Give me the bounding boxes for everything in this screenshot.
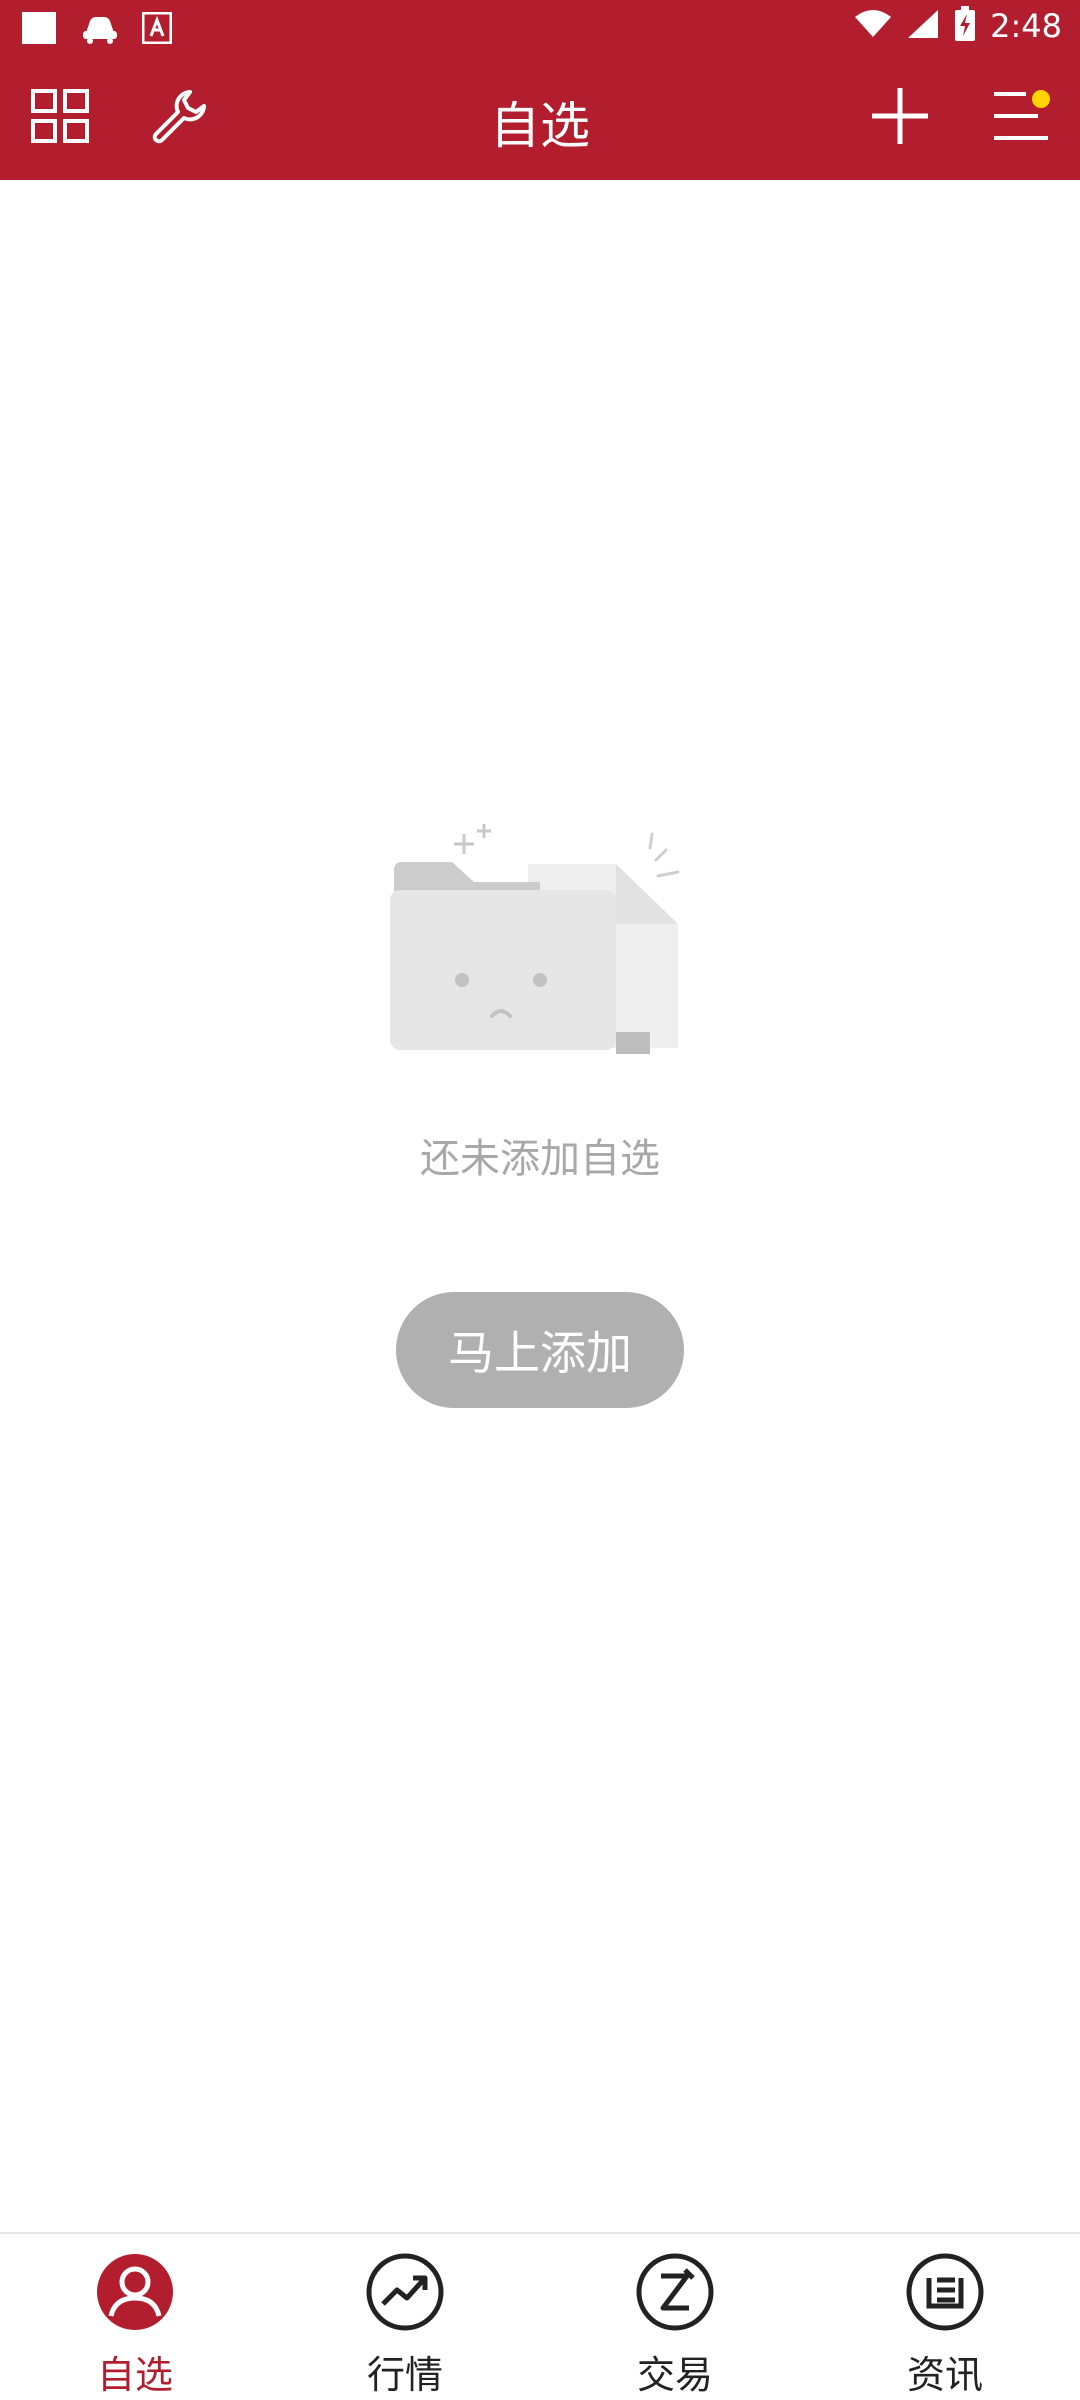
menu-button[interactable] xyxy=(980,78,1060,158)
white-square-icon xyxy=(22,10,58,50)
bottom-nav: 自选 行情 交易 资讯 xyxy=(0,2232,1080,2400)
nav-label-market: 行情 xyxy=(366,2353,443,2397)
add-button[interactable] xyxy=(860,78,940,158)
nav-item-trade[interactable]: 交易 xyxy=(540,2234,810,2400)
trade-icon xyxy=(635,2252,715,2332)
plus-icon xyxy=(870,86,930,150)
status-time: 2:48 xyxy=(990,7,1062,45)
text-app-icon xyxy=(141,11,173,48)
nav-item-news[interactable]: 资讯 xyxy=(810,2234,1080,2400)
person-icon xyxy=(95,2252,175,2332)
news-icon xyxy=(905,2252,985,2332)
empty-state-message: 还未添加自选 xyxy=(420,1136,660,1182)
nav-label-watchlist: 自选 xyxy=(96,2353,173,2397)
trend-chart-icon xyxy=(365,2252,445,2332)
status-bar: 2:48 xyxy=(0,0,1080,56)
nav-item-watchlist[interactable]: 自选 xyxy=(0,2234,270,2400)
battery-charging-icon xyxy=(954,6,976,46)
signal-icon xyxy=(906,8,940,44)
empty-folder-icon xyxy=(380,820,700,1080)
notification-badge xyxy=(1032,90,1050,108)
add-now-button[interactable]: 马上添加 xyxy=(396,1292,684,1408)
nav-label-news: 资讯 xyxy=(906,2353,983,2397)
wifi-icon xyxy=(854,9,892,43)
car-icon xyxy=(80,11,120,49)
nav-label-trade: 交易 xyxy=(636,2353,713,2397)
app-bar: 自选 xyxy=(0,56,1080,180)
nav-item-market[interactable]: 行情 xyxy=(270,2234,540,2400)
